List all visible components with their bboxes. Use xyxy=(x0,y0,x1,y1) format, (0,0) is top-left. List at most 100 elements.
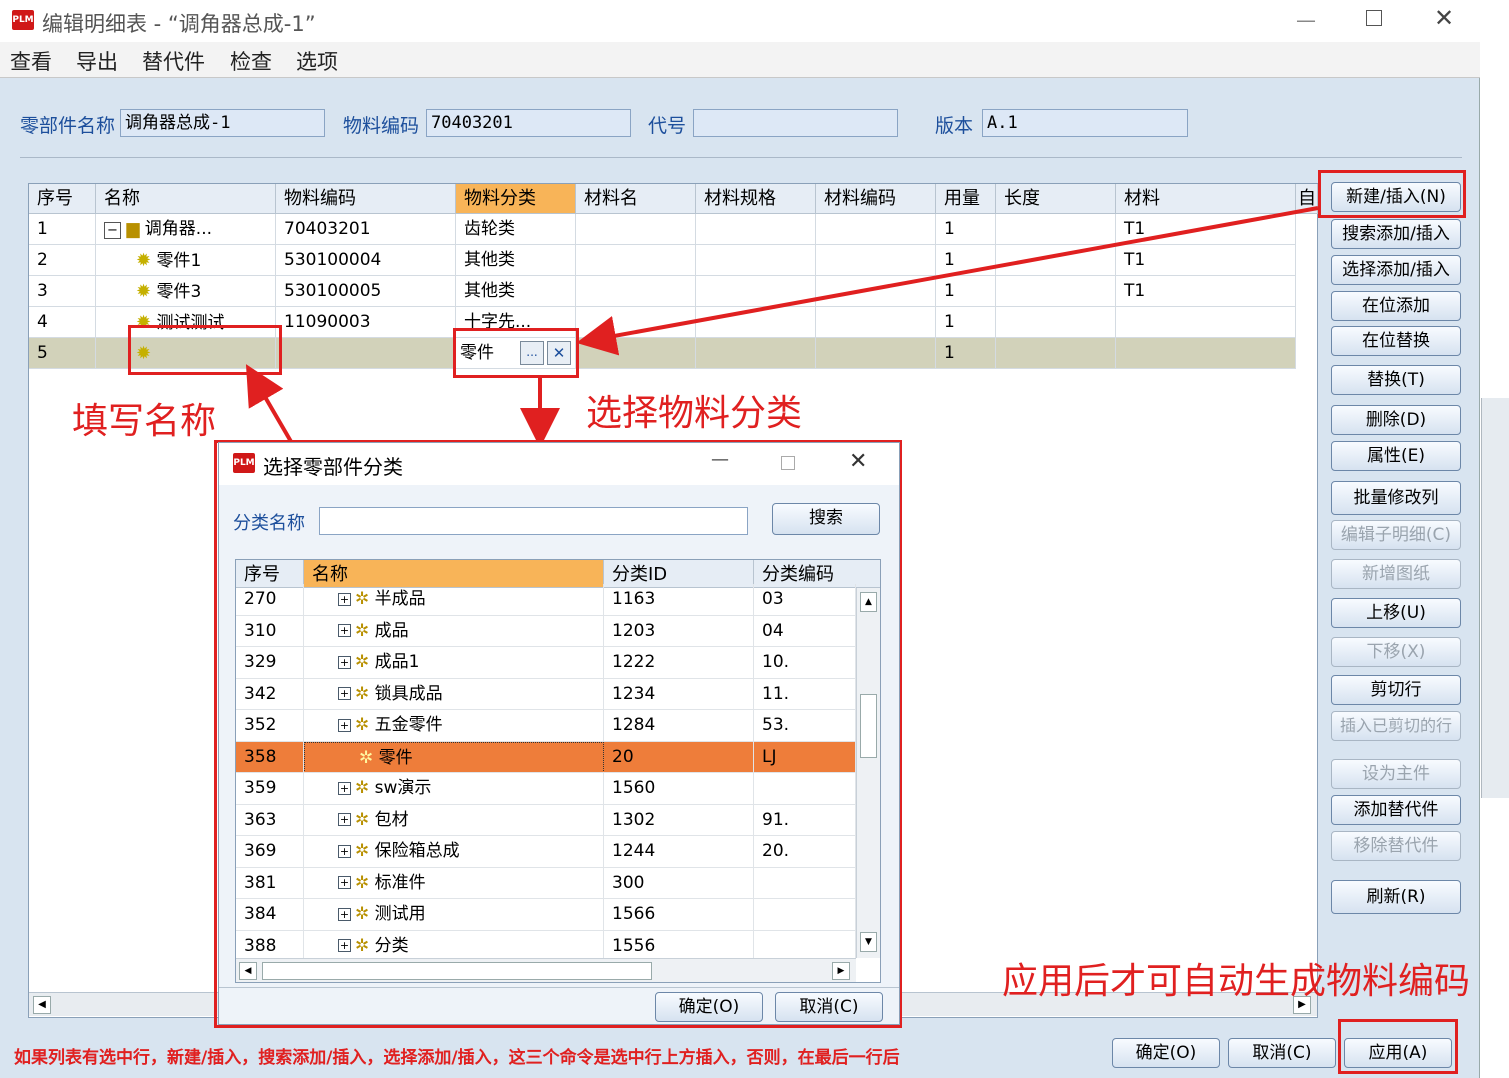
category-icon: ✲ xyxy=(355,715,370,735)
cat-code xyxy=(754,899,856,930)
scroll-down-icon[interactable]: ▼ xyxy=(860,932,877,952)
expand-icon[interactable]: + xyxy=(338,592,351,606)
expand-icon[interactable]: + xyxy=(338,781,351,795)
cat-id: 1163 xyxy=(604,584,754,615)
cat-code: 20. xyxy=(754,836,856,867)
footer-hint: 如果列表有选中行，新建/插入，搜索添加/插入，选择添加/插入，这三个命令是选中行… xyxy=(14,1048,900,1068)
scroll-up-icon[interactable]: ▲ xyxy=(860,592,877,612)
footer-cancel-button[interactable]: 取消(C) xyxy=(1228,1038,1336,1068)
category-search-input[interactable] xyxy=(319,507,748,535)
select-category-dialog: PLM 选择零部件分类 — ✕ 分类名称 搜索 序号 名称 分类ID 分类编码 … xyxy=(218,442,900,1025)
cat-id: 300 xyxy=(604,867,754,899)
category-row[interactable]: 352 + ✲ 五金零件 1284 53. xyxy=(236,710,856,742)
annotation-fill-name: 填写名称 xyxy=(72,401,217,442)
category-row[interactable]: 270 + ✲ 半成品 1163 03 xyxy=(236,584,856,616)
cat-name-text: 分类 xyxy=(374,935,409,956)
annotation-apply-note: 应用后才可自动生成物料编码 xyxy=(1002,961,1471,1002)
expand-icon[interactable]: + xyxy=(338,939,351,952)
cat-name-text: 零件 xyxy=(378,747,413,768)
dialog-title-bar: PLM 选择零部件分类 — ✕ xyxy=(219,443,899,485)
cat-name: + ✲ 测试用 xyxy=(304,899,604,930)
cat-name-text: 标准件 xyxy=(374,872,426,893)
cat-name-text: 保险箱总成 xyxy=(374,841,460,861)
cat-name: + ✲ 五金零件 xyxy=(304,710,604,741)
cat-name-text: 测试用 xyxy=(374,904,426,924)
cat-name-text: 五金零件 xyxy=(374,715,443,735)
expand-icon[interactable]: + xyxy=(338,844,351,858)
dialog-maximize-icon[interactable] xyxy=(781,456,795,470)
expand-icon[interactable]: + xyxy=(338,655,351,669)
cat-name-text: 半成品 xyxy=(374,589,426,609)
dialog-close-icon[interactable]: ✕ xyxy=(849,449,867,474)
category-icon: ✲ xyxy=(355,904,370,924)
category-row-selected[interactable]: 358 ✲ 零件 20 LJ xyxy=(236,741,856,773)
category-icon: ✲ xyxy=(355,778,370,798)
footer-ok-button[interactable]: 确定(O) xyxy=(1112,1038,1220,1068)
cat-name-text: 包材 xyxy=(374,809,409,830)
cat-seq: 359 xyxy=(236,773,304,804)
cat-name: + ✲ 包材 xyxy=(304,804,604,836)
cat-name: + ✲ 保险箱总成 xyxy=(304,836,604,867)
expand-icon[interactable]: + xyxy=(338,687,351,700)
category-grid: 序号 名称 分类ID 分类编码 270 + ✲ 半成品 1163 03 310 + ✲ 成品… xyxy=(235,559,881,983)
dialog-footer-divider xyxy=(219,987,899,988)
cat-name: + ✲ 成品 xyxy=(304,615,604,647)
cat-name-text: 锁具成品 xyxy=(374,683,443,704)
cat-seq: 381 xyxy=(236,867,304,899)
h-scroll-thumb[interactable] xyxy=(262,962,652,980)
expand-icon[interactable]: + xyxy=(338,624,351,637)
cat-name-text: sw演示 xyxy=(374,778,432,798)
plm-logo-icon: PLM xyxy=(233,453,255,473)
cat-name: + ✲ 半成品 xyxy=(304,584,604,615)
apply-button[interactable]: 应用(A) xyxy=(1344,1038,1452,1068)
cat-id: 1566 xyxy=(604,899,754,930)
cat-name: + ✲ sw演示 xyxy=(304,773,604,804)
category-row[interactable]: 359 + ✲ sw演示 1560 xyxy=(236,773,856,805)
dialog-minimize-icon[interactable]: — xyxy=(711,449,729,470)
cat-id: 1222 xyxy=(604,647,754,678)
expand-icon[interactable]: + xyxy=(338,876,351,889)
category-icon: ✲ xyxy=(355,683,370,704)
expand-icon[interactable]: + xyxy=(338,907,351,921)
cat-id: 1234 xyxy=(604,678,754,710)
category-v-scrollbar[interactable]: ▲ ▼ xyxy=(856,588,880,958)
category-icon: ✲ xyxy=(359,747,374,768)
cat-code: LJ xyxy=(754,741,856,773)
cat-code: 11. xyxy=(754,678,856,710)
category-row[interactable]: 342 + ✲ 锁具成品 1234 11. xyxy=(236,678,856,710)
search-button[interactable]: 搜索 xyxy=(772,503,880,535)
category-icon: ✲ xyxy=(355,872,370,893)
category-row[interactable]: 329 + ✲ 成品1 1222 10. xyxy=(236,647,856,679)
scroll-left-icon[interactable]: ◀ xyxy=(239,962,257,980)
cat-name: + ✲ 锁具成品 xyxy=(304,678,604,710)
category-row[interactable]: 310 + ✲ 成品 1203 04 xyxy=(236,615,856,647)
category-h-scrollbar[interactable]: ◀ ▶ xyxy=(236,958,856,982)
expand-icon[interactable]: + xyxy=(338,718,351,732)
cat-id: 1244 xyxy=(604,836,754,867)
cat-seq: 388 xyxy=(236,930,304,962)
cat-seq: 270 xyxy=(236,584,304,615)
cat-name-text: 成品 xyxy=(374,620,409,641)
arrow-to-name xyxy=(245,364,295,447)
cat-seq: 352 xyxy=(236,710,304,741)
category-icon: ✲ xyxy=(355,589,370,609)
cat-name: + ✲ 分类 xyxy=(304,930,604,962)
category-row[interactable]: 381 + ✲ 标准件 300 xyxy=(236,867,856,899)
category-row[interactable]: 363 + ✲ 包材 1302 91. xyxy=(236,804,856,836)
category-row[interactable]: 369 + ✲ 保险箱总成 1244 20. xyxy=(236,836,856,868)
scroll-right-icon[interactable]: ▶ xyxy=(832,962,850,980)
category-icon: ✲ xyxy=(355,935,370,956)
cat-code xyxy=(754,930,856,962)
cat-id: 1560 xyxy=(604,773,754,804)
dialog-title: 选择零部件分类 xyxy=(263,455,403,479)
category-icon: ✲ xyxy=(355,809,370,830)
cat-name: ✲ 零件 xyxy=(304,741,604,773)
cat-seq: 358 xyxy=(236,741,304,773)
scroll-thumb[interactable] xyxy=(860,694,877,758)
expand-icon[interactable]: + xyxy=(338,813,351,826)
cat-seq: 384 xyxy=(236,899,304,930)
dialog-ok-button[interactable]: 确定(O) xyxy=(655,992,763,1022)
category-row[interactable]: 384 + ✲ 测试用 1566 xyxy=(236,899,856,931)
cat-name: + ✲ 标准件 xyxy=(304,867,604,899)
dialog-cancel-button[interactable]: 取消(C) xyxy=(775,992,883,1022)
